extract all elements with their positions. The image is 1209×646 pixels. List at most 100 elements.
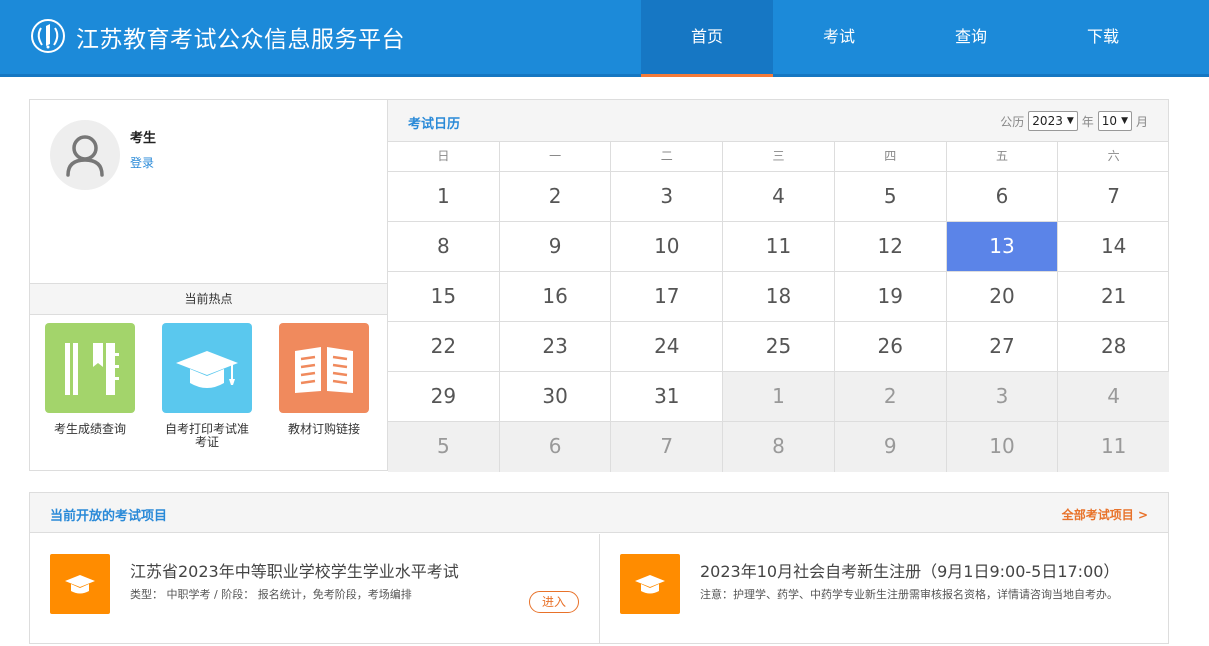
chevron-down-icon: ▼ <box>1066 116 1074 126</box>
user-role: 考生 <box>130 131 157 146</box>
weekday-row: 日 一 二 三 四 五 六 <box>388 142 1169 172</box>
all-exams-link[interactable]: 全部考试项目 > <box>1062 506 1148 523</box>
weekday-mon: 一 <box>500 142 612 171</box>
year-value: 2023 <box>1032 114 1063 128</box>
calendar-day[interactable]: 7 <box>1058 172 1169 221</box>
hot-item-admission-ticket[interactable]: 自考打印考试准考证 <box>157 323 257 449</box>
chevron-down-icon: ▼ <box>1121 116 1128 126</box>
nav-query[interactable]: 查询 <box>905 0 1037 74</box>
calendar-day[interactable]: 23 <box>500 322 612 371</box>
exam-icon <box>620 554 680 614</box>
user-icon <box>66 135 104 177</box>
calendar-day[interactable]: 27 <box>947 322 1059 371</box>
weekday-sun: 日 <box>388 142 500 171</box>
calendar-title: 考试日历 <box>408 117 461 132</box>
calendar-day[interactable]: 24 <box>611 322 724 371</box>
calendar-day[interactable]: 5 <box>835 172 947 221</box>
nav-exam[interactable]: 考试 <box>773 0 905 74</box>
calendar-grid: 日 一 二 三 四 五 六 1 2 3 4 5 6 7 8 9 10 11 12… <box>388 142 1170 472</box>
calendar-day-next-month[interactable]: 1 <box>723 372 835 421</box>
nav-download[interactable]: 下载 <box>1037 0 1169 74</box>
calendar-day[interactable]: 16 <box>500 272 612 321</box>
calendar-day[interactable]: 15 <box>388 272 500 321</box>
year-unit: 年 <box>1081 114 1094 129</box>
logo-icon[interactable] <box>30 18 66 54</box>
calendar-day[interactable]: 21 <box>1058 272 1169 321</box>
open-exams-section: 当前开放的考试项目 全部考试项目 > 江苏省2023年中等职业学校学生学业水平考… <box>29 492 1169 644</box>
calendar-day-next-month[interactable]: 11 <box>1058 422 1170 472</box>
login-link[interactable]: 登录 <box>130 154 154 171</box>
week-row: 29 30 31 1 2 3 4 <box>388 372 1170 422</box>
hot-item-score-query[interactable]: 考生成绩查询 <box>40 323 140 436</box>
calendar-day-next-month[interactable]: 10 <box>946 422 1059 472</box>
calendar-day[interactable]: 8 <box>388 222 500 271</box>
calendar-day-next-month[interactable]: 8 <box>723 422 835 472</box>
month-value: 10 <box>1101 114 1118 128</box>
hot-topics-title: 当前热点 <box>30 283 387 315</box>
top-header: 江苏教育考试公众信息服务平台 首页 考试 查询 下载 <box>0 0 1209 77</box>
weekday-tue: 二 <box>611 142 724 171</box>
calendar-day-next-month[interactable]: 3 <box>946 372 1059 421</box>
calendar-day[interactable]: 4 <box>723 172 835 221</box>
calendar-day[interactable]: 3 <box>611 172 724 221</box>
calendar-day-next-month[interactable]: 5 <box>388 422 500 472</box>
calendar-day[interactable]: 14 <box>1058 222 1169 271</box>
month-unit: 月 <box>1135 114 1148 129</box>
weekday-fri: 五 <box>947 142 1059 171</box>
calendar-day[interactable]: 30 <box>500 372 612 421</box>
calendar-day[interactable]: 12 <box>835 222 947 271</box>
notebook-icon <box>65 343 119 395</box>
exam-desc: 类型： 中职学考 / 阶段： 报名统计，免考阶段，考场编排 <box>130 588 412 601</box>
hot-item-label: 教材订购链接 <box>287 422 360 436</box>
calendar-day[interactable]: 1 <box>388 172 500 221</box>
exam-icon <box>50 554 110 614</box>
hot-tile <box>162 323 252 413</box>
calendar-day[interactable]: 20 <box>947 272 1059 321</box>
calendar-day[interactable]: 10 <box>611 222 724 271</box>
main-nav: 首页 考试 查询 下载 <box>641 0 1169 77</box>
calendar-day[interactable]: 18 <box>723 272 835 321</box>
hot-item-textbook-order[interactable]: 教材订购链接 <box>274 323 374 436</box>
hot-tile <box>45 323 135 413</box>
exam-desc: 注意：护理学、药学、中药学专业新生注册需审核报名资格，详情请咨询当地自考办。 <box>700 588 1118 601</box>
calendar-day[interactable]: 26 <box>835 322 947 371</box>
week-row: 8 9 10 11 12 13 14 <box>388 222 1169 272</box>
calendar-day[interactable]: 29 <box>388 372 500 421</box>
calendar-day-today[interactable]: 13 <box>946 222 1059 271</box>
exam-name[interactable]: 2023年10月社会自考新生注册（9月1日9:00-5日17:00） <box>700 558 1119 582</box>
weekday-wed: 三 <box>723 142 835 171</box>
calendar-day-next-month[interactable]: 7 <box>611 422 724 472</box>
calendar-day-next-month[interactable]: 2 <box>834 372 947 421</box>
year-select[interactable]: 2023 ▼ <box>1028 111 1078 131</box>
graduation-cap-icon <box>65 575 95 594</box>
week-row: 22 23 24 25 26 27 28 <box>388 322 1169 372</box>
calendar-day-next-month[interactable]: 4 <box>1058 372 1170 421</box>
hot-item-label: 考生成绩查询 <box>53 422 126 436</box>
calendar-day-next-month[interactable]: 9 <box>834 422 947 472</box>
graduation-cap-icon <box>176 351 238 388</box>
calendar-controls: 公历 2023 ▼ 年 10 ▼ 月 <box>1000 111 1148 131</box>
calendar-day[interactable]: 19 <box>835 272 947 321</box>
user-panel: 考生 登录 当前热点 考生成绩查询 自考打印考试准考证 教材订购链接 <box>29 99 388 471</box>
weekday-thu: 四 <box>835 142 947 171</box>
exam-calendar: 考试日历 公历 2023 ▼ 年 10 ▼ 月 日 一 二 三 四 五 六 1 <box>388 99 1170 472</box>
calendar-day[interactable]: 22 <box>388 322 500 371</box>
calendar-day[interactable]: 9 <box>500 222 612 271</box>
calendar-day[interactable]: 17 <box>611 272 724 321</box>
avatar <box>50 120 120 190</box>
calendar-day[interactable]: 28 <box>1058 322 1169 371</box>
calendar-day-next-month[interactable]: 6 <box>499 422 612 472</box>
week-row: 5 6 7 8 9 10 11 <box>388 422 1170 472</box>
calendar-day[interactable]: 6 <box>947 172 1059 221</box>
calendar-day[interactable]: 2 <box>500 172 612 221</box>
calendar-day[interactable]: 31 <box>611 372 724 421</box>
calendar-day[interactable]: 11 <box>723 222 835 271</box>
open-exams-header: 当前开放的考试项目 全部考试项目 > <box>30 493 1168 533</box>
month-select[interactable]: 10 ▼ <box>1097 111 1132 131</box>
exam-name[interactable]: 江苏省2023年中等职业学校学生学业水平考试 <box>130 558 459 582</box>
enter-button[interactable]: 进入 <box>529 591 579 613</box>
calendar-day[interactable]: 25 <box>723 322 835 371</box>
nav-home[interactable]: 首页 <box>641 0 773 77</box>
site-title: 江苏教育考试公众信息服务平台 <box>76 27 405 53</box>
open-book-icon <box>295 347 353 393</box>
